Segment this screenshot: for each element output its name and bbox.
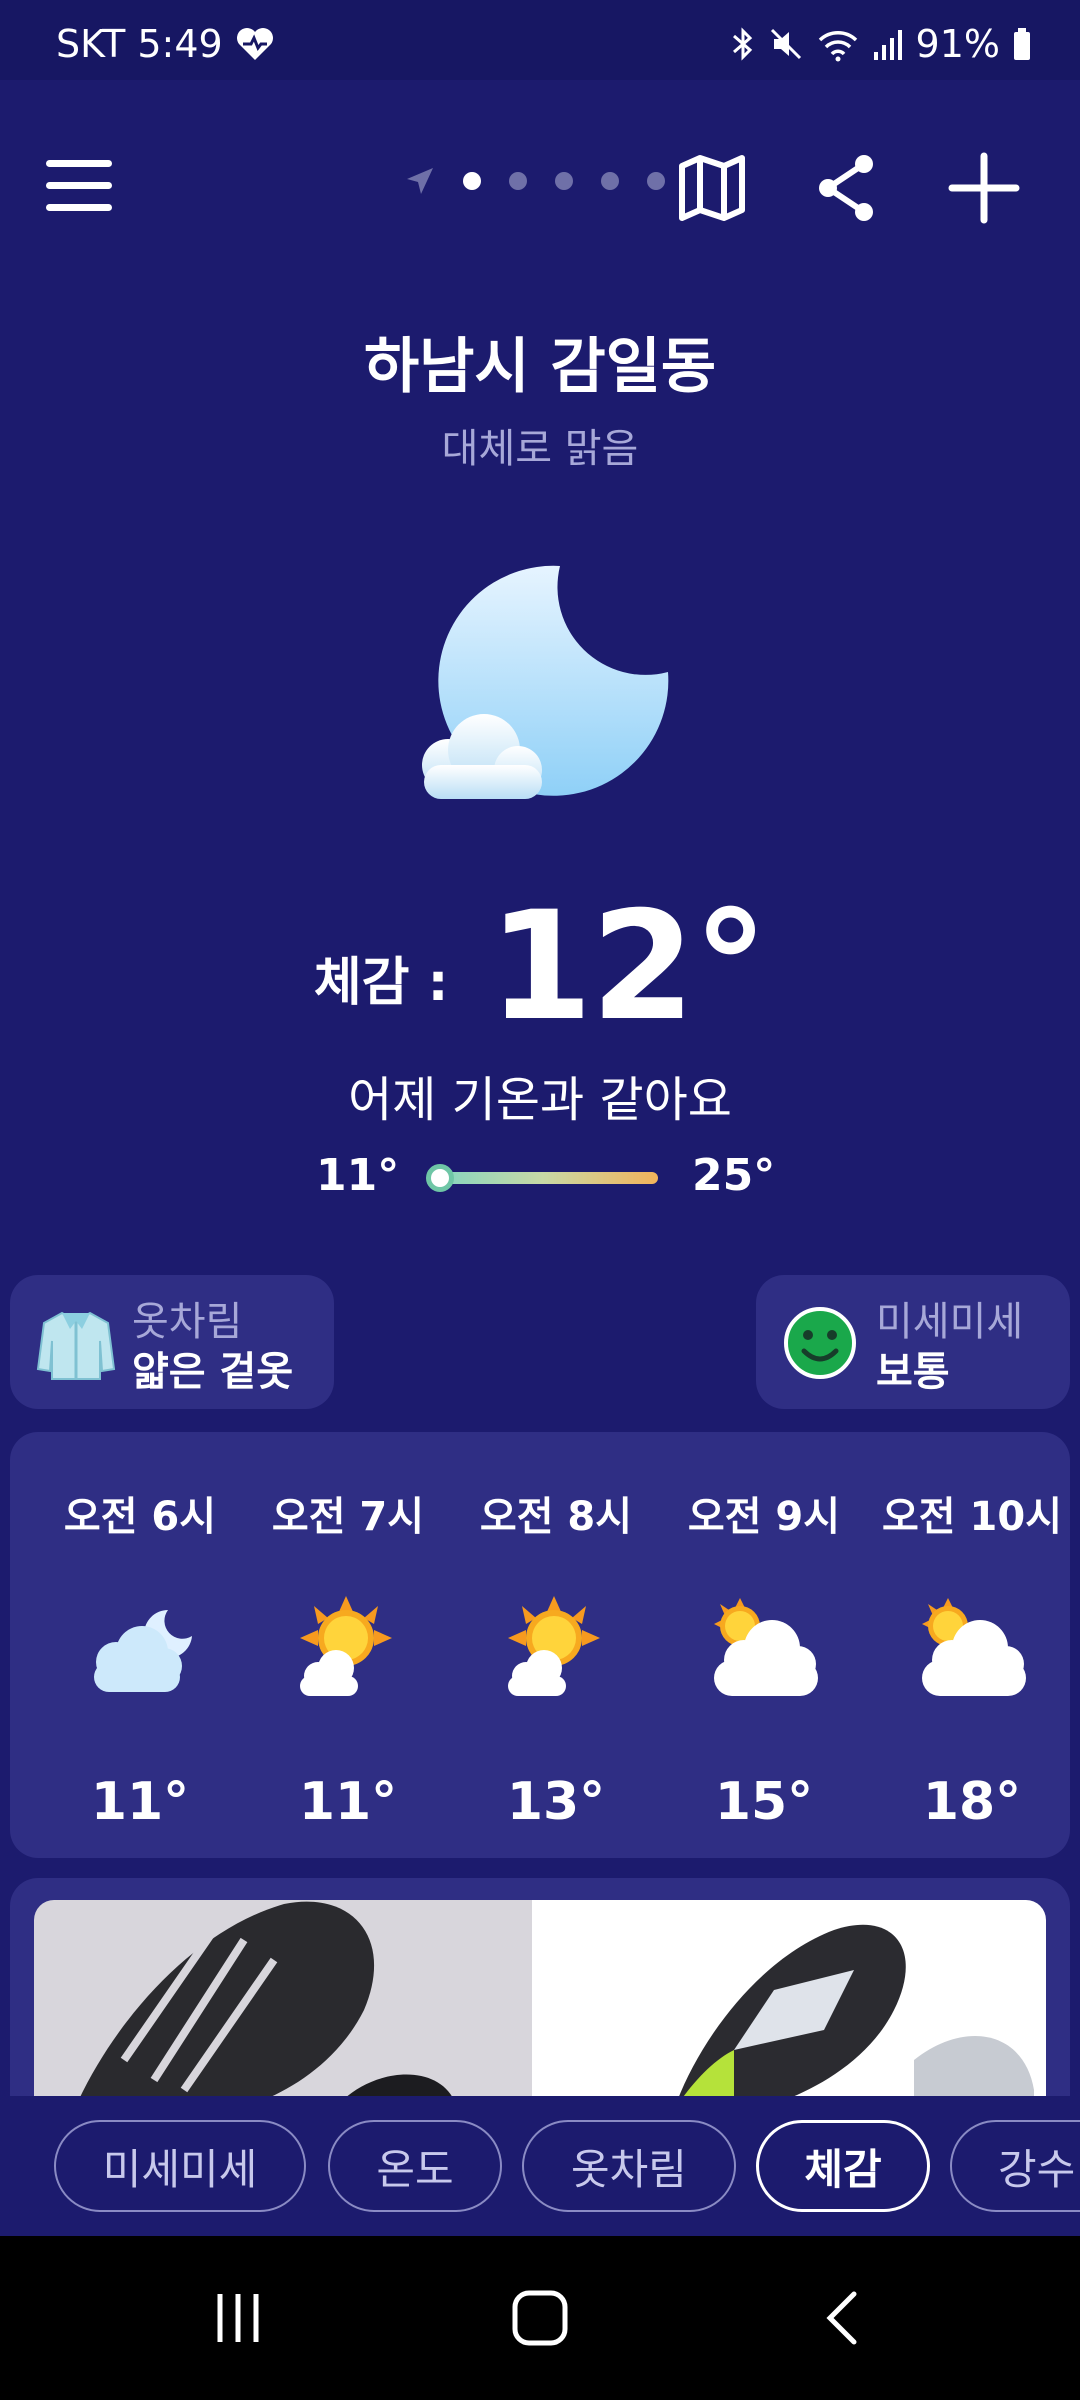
sun-cloud-icon <box>300 1596 392 1696</box>
share-button[interactable] <box>808 148 888 228</box>
feels-label: 체감 : <box>313 952 449 1013</box>
page-dot <box>555 172 573 190</box>
yesterday-comparison: 어제 기온과 같아요 <box>348 1072 732 1128</box>
battery-percent: 91% <box>915 22 1000 66</box>
feels-like: 체감 : 12° <box>0 880 1080 1054</box>
map-button[interactable] <box>672 148 752 228</box>
recent-apps-button[interactable] <box>208 2288 268 2348</box>
menu-button[interactable] <box>44 152 114 212</box>
hourly-item: 오전 7시 11° <box>248 1432 448 1858</box>
shoe-ad-image <box>34 1900 1046 2100</box>
share-icon <box>819 155 873 221</box>
temperature-range: 11° 25° <box>0 1148 1080 1208</box>
feels-temperature: 12° <box>488 880 768 1054</box>
cloud-sun-icon <box>922 1598 1026 1696</box>
sun-cloud-icon <box>508 1596 600 1696</box>
temperature-range-bar <box>425 1164 658 1192</box>
top-bar <box>0 140 1080 240</box>
hourly-item: 오전 10시 18° <box>872 1432 1070 1858</box>
page-dot <box>647 172 665 190</box>
plus-icon <box>948 152 1020 224</box>
hourly-forecast[interactable]: 오전 6시 11° 오전 7시 11° 오전 8시 13° 오전 9시 15° … <box>10 1432 1070 1858</box>
cloud-sun-icon <box>714 1598 818 1696</box>
tab-feels-like[interactable]: 체감 <box>756 2120 930 2212</box>
hour-time: 오전 7시 <box>271 1494 425 1540</box>
mute-icon <box>770 28 801 60</box>
location-title: 하남시 감일동 <box>363 332 717 402</box>
clothing-value: 얇은 겉옷 <box>132 1349 294 1395</box>
page-dot <box>601 172 619 190</box>
tab-fine-dust[interactable]: 미세미세 <box>54 2120 306 2212</box>
hour-temperature: 11° <box>90 1772 190 1832</box>
system-navigation-bar <box>0 2236 1080 2400</box>
clothing-chip[interactable]: 옷차림 얇은 겉옷 <box>10 1275 334 1409</box>
moon-cloud-icon <box>94 1610 192 1692</box>
wifi-icon <box>818 31 857 62</box>
hour-temperature: 13° <box>506 1772 606 1832</box>
bluetooth-icon <box>732 27 752 61</box>
max-temperature: 25° <box>692 1150 776 1201</box>
battery-icon <box>1014 28 1030 60</box>
hour-time: 오전 8시 <box>479 1494 633 1540</box>
add-location-button[interactable] <box>944 148 1024 228</box>
category-tabs: 미세미세 온도 옷차림 체감 강수 <box>0 2096 1080 2236</box>
tab-precipitation[interactable]: 강수 <box>950 2120 1080 2212</box>
signal-icon <box>873 30 902 60</box>
jacket-icon <box>36 1311 116 1380</box>
hourly-item: 오전 8시 13° <box>456 1432 656 1858</box>
carrier-time: SKT 5:49 <box>56 22 223 66</box>
page-dot <box>463 172 481 190</box>
health-icon <box>236 28 273 60</box>
hour-time: 오전 9시 <box>687 1494 841 1540</box>
location-arrow-icon <box>407 168 433 194</box>
tab-clothing[interactable]: 옷차림 <box>522 2120 736 2212</box>
fine-dust-chip[interactable]: 미세미세 보통 <box>756 1275 1070 1409</box>
location-pager[interactable] <box>405 166 665 196</box>
current-temperature-marker <box>425 1164 454 1192</box>
map-icon <box>679 155 745 221</box>
moon-cloud-icon <box>422 565 669 799</box>
tab-temperature[interactable]: 온도 <box>328 2120 502 2212</box>
hourly-item: 오전 9시 15° <box>664 1432 864 1858</box>
fine-dust-value: 보통 <box>876 1349 950 1395</box>
smiley-icon <box>784 1307 856 1379</box>
page-dot <box>509 172 527 190</box>
hourly-item: 오전 6시 11° <box>40 1432 240 1858</box>
hour-temperature: 11° <box>298 1772 398 1832</box>
hour-temperature: 15° <box>714 1772 814 1832</box>
back-button[interactable] <box>814 2288 874 2348</box>
hour-time: 오전 6시 <box>63 1494 217 1540</box>
ad-banner[interactable] <box>10 1878 1070 2100</box>
hour-time: 오전 10시 <box>882 1494 1062 1540</box>
hour-temperature: 18° <box>922 1772 1022 1832</box>
home-button[interactable] <box>510 2288 570 2348</box>
min-temperature: 11° <box>316 1150 400 1201</box>
status-bar: SKT 5:49 91% <box>0 0 1080 80</box>
weather-condition: 대체로 맑음 <box>441 426 639 472</box>
